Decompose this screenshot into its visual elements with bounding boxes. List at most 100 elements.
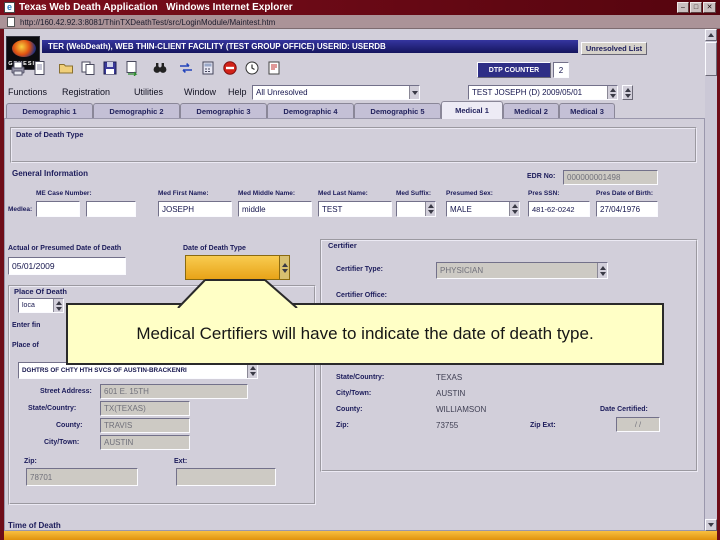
place-of-label: Place of xyxy=(12,342,39,349)
notes-icon[interactable] xyxy=(264,58,284,78)
dtp-counter-field[interactable]: 2 xyxy=(553,62,569,78)
place-city-field[interactable]: AUSTIN xyxy=(100,435,190,450)
tab-demographic-5[interactable]: Demographic 5 xyxy=(354,103,441,118)
record-nav-spinner[interactable] xyxy=(622,85,633,100)
titlebar[interactable]: e Texas Web Death Application Windows In… xyxy=(0,0,720,15)
dtp-counter-label: DTP COUNTER xyxy=(488,66,540,74)
certifier-county-label: County: xyxy=(336,406,363,413)
tab-demographic-3[interactable]: Demographic 3 xyxy=(180,103,267,118)
street-address-field[interactable]: 601 E. 15TH xyxy=(100,384,248,399)
up-arrow-icon xyxy=(708,33,714,37)
dod-type-label: Date of Death Type xyxy=(183,245,246,252)
bottom-status-bar xyxy=(4,531,717,540)
dod-type-select[interactable] xyxy=(185,255,290,280)
new-document-icon[interactable] xyxy=(30,58,50,78)
place-city-value: AUSTIN xyxy=(104,438,134,447)
med-first-name-field[interactable]: JOSEPH xyxy=(158,201,232,217)
place-zip-ext-field[interactable] xyxy=(176,468,276,486)
edr-no-label: EDR No: xyxy=(527,173,556,180)
tab-medical-3[interactable]: Medical 3 xyxy=(559,103,615,118)
binoculars-search-icon[interactable] xyxy=(150,58,170,78)
tab-demographic-2[interactable]: Demographic 2 xyxy=(93,103,180,118)
stop-icon[interactable] xyxy=(220,58,240,78)
date-certified-value: / / xyxy=(634,420,642,429)
place-state-field[interactable]: TX(TEXAS) xyxy=(100,401,190,416)
actual-presumed-dod-label: Actual or Presumed Date of Death xyxy=(8,245,122,252)
maximize-button[interactable]: □ xyxy=(690,2,702,13)
location-type-select[interactable]: loca xyxy=(18,298,64,313)
spinner[interactable] xyxy=(597,263,607,278)
document-export-icon[interactable] xyxy=(122,58,142,78)
transfer-icon[interactable] xyxy=(176,58,196,78)
place-county-field[interactable]: TRAVIS xyxy=(100,418,190,433)
callout-pointer xyxy=(177,279,298,308)
clock-icon[interactable] xyxy=(242,58,262,78)
calculator-icon[interactable] xyxy=(198,58,218,78)
place-zip-field[interactable]: 78701 xyxy=(26,468,138,486)
dod-date-field[interactable]: 05/01/2009 xyxy=(8,257,126,275)
med-last-name-value: TEST xyxy=(322,204,343,214)
date-certified-label: Date Certified: xyxy=(600,406,648,413)
record-spinner[interactable] xyxy=(607,86,617,99)
record-combobox-value: TEST JOSEPH (D) 2009/05/01 xyxy=(472,88,583,97)
record-combobox[interactable]: TEST JOSEPH (D) 2009/05/01 xyxy=(468,85,618,100)
scroll-up-button[interactable] xyxy=(705,29,717,41)
certifier-office-label: Certifier Office: xyxy=(336,292,387,299)
address-bar[interactable]: http://160.42.92.3:8081/ThinTXDeathTest/… xyxy=(0,15,720,29)
pres-dob-field[interactable]: 27/04/1976 xyxy=(596,201,658,217)
spinner[interactable] xyxy=(247,363,257,378)
certifier-type-select[interactable]: PHYSICIAN xyxy=(436,262,608,279)
minimize-button[interactable]: – xyxy=(677,2,689,13)
time-of-death-label: Time of Death xyxy=(8,521,61,530)
filter-combobox[interactable]: All Unresolved xyxy=(252,85,420,100)
edr-no-field[interactable]: 000000001498 xyxy=(563,170,658,185)
med-middle-name-field[interactable]: middle xyxy=(238,201,312,217)
dtp-counter-panel: DTP COUNTER xyxy=(477,62,551,78)
date-certified-field[interactable]: / / xyxy=(616,417,660,432)
scrollbar-thumb[interactable] xyxy=(705,42,717,76)
spinner[interactable] xyxy=(509,202,519,216)
application-window: e Texas Web Death Application Windows In… xyxy=(0,0,720,540)
tab-medical-2[interactable]: Medical 2 xyxy=(503,103,559,118)
copy-icon[interactable] xyxy=(78,58,98,78)
pres-dob-value: 27/04/1976 xyxy=(600,204,641,214)
menu-functions[interactable]: Functions xyxy=(8,87,47,97)
menu-help[interactable]: Help xyxy=(228,87,247,97)
genesis-logo-art xyxy=(12,40,36,57)
street-address-value: 601 E. 15TH xyxy=(104,387,149,396)
menu-registration[interactable]: Registration xyxy=(62,87,110,97)
spinner[interactable] xyxy=(279,256,289,279)
vertical-scrollbar[interactable] xyxy=(705,29,717,531)
pres-ssn-field[interactable]: 481-62-0242 xyxy=(528,201,590,217)
close-button[interactable]: ✕ xyxy=(703,2,716,13)
print-icon[interactable] xyxy=(8,58,28,78)
down-arrow-icon xyxy=(708,523,714,527)
window-title: Texas Web Death Application Windows Inte… xyxy=(19,2,293,13)
spinner[interactable] xyxy=(53,299,63,312)
unresolved-list-button[interactable]: Unresolved List xyxy=(581,42,647,55)
me-case-field-2[interactable] xyxy=(86,201,136,217)
spinner[interactable] xyxy=(425,202,435,216)
presumed-sex-select[interactable]: MALE xyxy=(446,201,520,217)
menu-utilities[interactable]: Utilities xyxy=(134,87,163,97)
tab-demographic-4[interactable]: Demographic 4 xyxy=(267,103,354,118)
page-icon xyxy=(7,17,15,27)
me-case-field-1[interactable] xyxy=(36,201,80,217)
presumed-sex-label: Presumed Sex: xyxy=(446,190,493,197)
place-city-label: City/Town: xyxy=(44,439,80,446)
med-last-name-field[interactable]: TEST xyxy=(318,201,392,217)
general-info-label: General Information xyxy=(12,169,89,178)
dod-type-group-label: Date of Death Type xyxy=(16,130,84,139)
scroll-down-button[interactable] xyxy=(705,519,717,531)
url-text[interactable]: http://160.42.92.3:8081/ThinTXDeathTest/… xyxy=(20,18,275,27)
tab-medical-1[interactable]: Medical 1 xyxy=(441,101,503,119)
tab-demographic-1[interactable]: Demographic 1 xyxy=(6,103,93,118)
dod-type-group xyxy=(10,127,697,163)
med-suffix-select[interactable] xyxy=(396,201,436,217)
open-folder-icon[interactable] xyxy=(56,58,76,78)
menu-window[interactable]: Window xyxy=(184,87,216,97)
save-icon[interactable] xyxy=(100,58,120,78)
dropdown-arrow-icon[interactable] xyxy=(409,86,419,99)
pres-dob-label: Pres Date of Birth: xyxy=(596,190,654,197)
med-first-name-value: JOSEPH xyxy=(162,204,195,214)
